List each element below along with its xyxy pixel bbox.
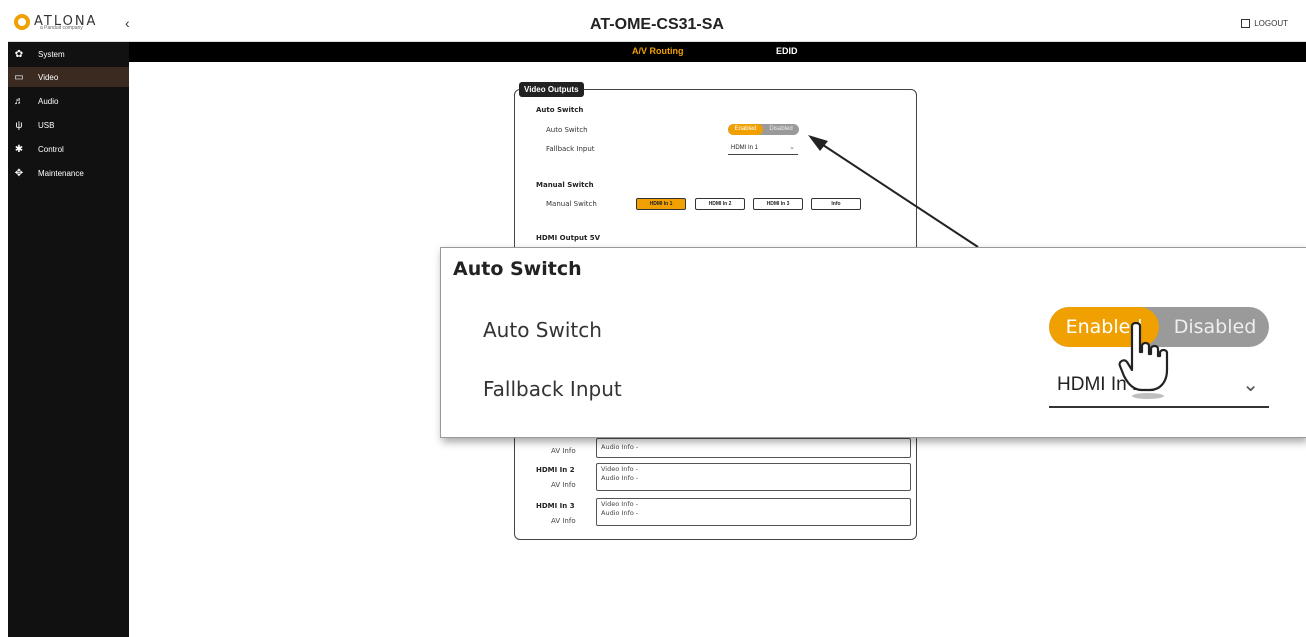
audio-info-line: Audio Info - bbox=[601, 443, 639, 451]
manual-switch-info-button[interactable]: Info bbox=[811, 198, 861, 210]
sidebar-item-system[interactable]: ✿ System bbox=[8, 44, 129, 64]
monitor-icon: ▭ bbox=[14, 71, 24, 83]
logout-button[interactable]: LOGOUT bbox=[1241, 19, 1288, 28]
usb-icon: ψ bbox=[15, 119, 23, 131]
av-info-box: Audio Info - bbox=[596, 438, 911, 458]
sidebar-item-maintenance[interactable]: ✥ Maintenance bbox=[8, 163, 129, 183]
auto-switch-label: Auto Switch bbox=[546, 126, 588, 134]
top-header: ATLONA a Panduit company ‹ AT-OME-CS31-S… bbox=[8, 8, 1306, 42]
hdmi-output-5v-section-title: HDMI Output 5V bbox=[536, 234, 601, 242]
manual-switch-hdmi-in-1-button[interactable]: HDMI In 1 bbox=[636, 198, 686, 210]
sidebar-item-label: Maintenance bbox=[38, 168, 84, 178]
zoom-auto-switch-label: Auto Switch bbox=[483, 318, 602, 342]
audio-info-line: Audio Info - bbox=[601, 509, 639, 517]
av-info-label: AV Info bbox=[551, 481, 576, 489]
audio-icon: ♬ bbox=[14, 95, 24, 107]
logout-label: LOGOUT bbox=[1254, 19, 1288, 28]
video-outputs-legend: Video Outputs bbox=[519, 82, 584, 97]
zoom-auto-switch-section-title: Auto Switch bbox=[453, 258, 582, 280]
fallback-input-select[interactable]: HDMI In 1 ⌄ bbox=[728, 143, 798, 155]
manual-switch-section-title: Manual Switch bbox=[536, 181, 594, 189]
manual-switch-hdmi-in-3-button[interactable]: HDMI In 3 bbox=[753, 198, 803, 210]
sidebar-item-label: USB bbox=[38, 120, 55, 130]
audio-info-line: Audio Info - bbox=[601, 474, 639, 482]
fallback-input-label: Fallback Input bbox=[546, 145, 595, 153]
av-info-box: Video Info - Audio Info - bbox=[596, 498, 911, 526]
logout-icon bbox=[1241, 19, 1251, 28]
manual-switch-label: Manual Switch bbox=[546, 200, 597, 208]
sidebar-item-label: Audio bbox=[38, 96, 59, 106]
av-info-label: AV Info bbox=[551, 447, 576, 455]
sidebar-item-usb[interactable]: ψ USB bbox=[8, 115, 129, 135]
video-info-line: Video Info - bbox=[601, 500, 638, 508]
tab-av-routing[interactable]: A/V Routing bbox=[632, 46, 684, 56]
hdmi-in-3-label: HDMI In 3 bbox=[536, 502, 575, 510]
chevron-down-icon: ⌄ bbox=[789, 144, 795, 151]
tab-bar: A/V Routing EDID bbox=[8, 42, 1306, 62]
manual-switch-hdmi-in-2-button[interactable]: HDMI In 2 bbox=[695, 198, 745, 210]
sidebar-item-label: Control bbox=[38, 144, 64, 154]
av-info-box: Video Info - Audio Info - bbox=[596, 463, 911, 491]
device-title: AT-OME-CS31-SA bbox=[590, 16, 724, 33]
sidebar-item-video[interactable]: ▭ Video bbox=[8, 67, 129, 87]
tab-edid[interactable]: EDID bbox=[776, 46, 798, 56]
zoom-fallback-input-label: Fallback Input bbox=[483, 377, 622, 401]
sidebar-item-label: Video bbox=[38, 72, 59, 82]
sidebar: ✿ System ▭ Video ♬ Audio ψ USB ✱ Control… bbox=[8, 42, 129, 637]
video-info-line: Video Info - bbox=[601, 465, 638, 473]
fallback-input-value: HDMI In 1 bbox=[731, 145, 759, 151]
auto-switch-section-title: Auto Switch bbox=[536, 106, 584, 114]
maintenance-icon: ✥ bbox=[14, 167, 24, 179]
sidebar-item-label: System bbox=[38, 49, 65, 59]
sidebar-item-audio[interactable]: ♬ Audio bbox=[8, 91, 129, 111]
hdmi-in-2-label: HDMI In 2 bbox=[536, 466, 575, 474]
av-info-label: AV Info bbox=[551, 517, 576, 525]
hand-cursor-icon bbox=[1118, 322, 1169, 399]
sidebar-item-control[interactable]: ✱ Control bbox=[8, 139, 129, 159]
toggle-enabled-option[interactable]: Enabled bbox=[728, 124, 763, 135]
chevron-down-icon: ⌄ bbox=[1242, 374, 1259, 396]
toggle-disabled-option[interactable]: Disabled bbox=[763, 124, 799, 135]
auto-switch-toggle[interactable]: Enabled Disabled bbox=[728, 124, 799, 135]
control-icon: ✱ bbox=[14, 143, 24, 155]
gear-icon: ✿ bbox=[14, 48, 24, 60]
